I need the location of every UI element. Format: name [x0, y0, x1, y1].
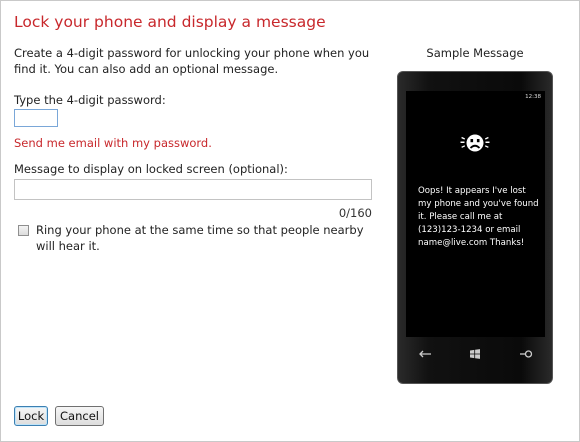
- back-arrow-icon: [419, 350, 431, 358]
- sample-message-heading: Sample Message: [426, 46, 524, 60]
- lock-button[interactable]: Lock: [14, 406, 48, 426]
- send-password-email-link[interactable]: Send me email with my password.: [14, 136, 212, 150]
- phone-sample-message: Oops! It appears I've lost my phone and …: [418, 186, 539, 248]
- phone-screen: 12:38 Oops! It appears I've lost my phon…: [406, 91, 545, 337]
- message-char-counter: 0/160: [338, 206, 372, 220]
- ring-phone-label: Ring your phone at the same time so that…: [36, 223, 364, 253]
- ring-phone-checkbox[interactable]: [18, 225, 29, 236]
- search-icon: [520, 350, 533, 358]
- phone-softkeys: [406, 344, 545, 364]
- message-label: Message to display on locked screen (opt…: [14, 162, 288, 176]
- sad-face-icon: [460, 134, 490, 152]
- page-description: Create a 4-digit password for unlocking …: [14, 46, 370, 76]
- message-input[interactable]: [14, 179, 372, 200]
- phone-clock: 12:38: [525, 94, 541, 100]
- password-label: Type the 4-digit password:: [14, 93, 166, 107]
- page-title: Lock your phone and display a message: [14, 13, 326, 31]
- windows-logo-icon: [470, 349, 480, 359]
- password-input[interactable]: [14, 109, 58, 127]
- cancel-button[interactable]: Cancel: [55, 406, 104, 426]
